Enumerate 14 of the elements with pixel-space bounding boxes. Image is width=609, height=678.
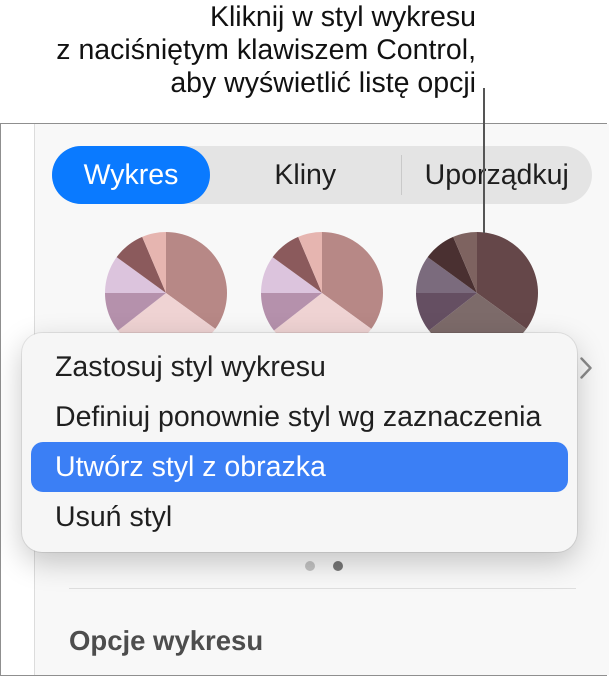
section-title: Opcje wykresu bbox=[68, 626, 264, 656]
page-dot[interactable] bbox=[333, 561, 343, 571]
callout-text: Kliknij w styl wykresu z naciśniętym klawiszem Control, aby wyświetlić listę opcji bbox=[56, 1, 476, 100]
chart-style-thumbnail[interactable] bbox=[260, 231, 384, 333]
chart-style-thumbnail[interactable] bbox=[415, 231, 539, 333]
tab[interactable]: Wykres bbox=[52, 146, 210, 204]
chart-style-thumbnail[interactable] bbox=[104, 231, 228, 333]
tab[interactable]: Kliny bbox=[210, 146, 400, 204]
menu-item[interactable]: Utwórz styl z obrazka bbox=[31, 442, 568, 492]
menu-item[interactable]: Zastosuj styl wykresu bbox=[31, 342, 568, 392]
menu-item[interactable]: Definiuj ponownie styl wg zaznaczenia bbox=[31, 392, 568, 442]
chevron-right-icon[interactable] bbox=[580, 357, 592, 379]
menu-item[interactable]: Usuń styl bbox=[31, 492, 568, 542]
page-dot[interactable] bbox=[305, 561, 315, 571]
